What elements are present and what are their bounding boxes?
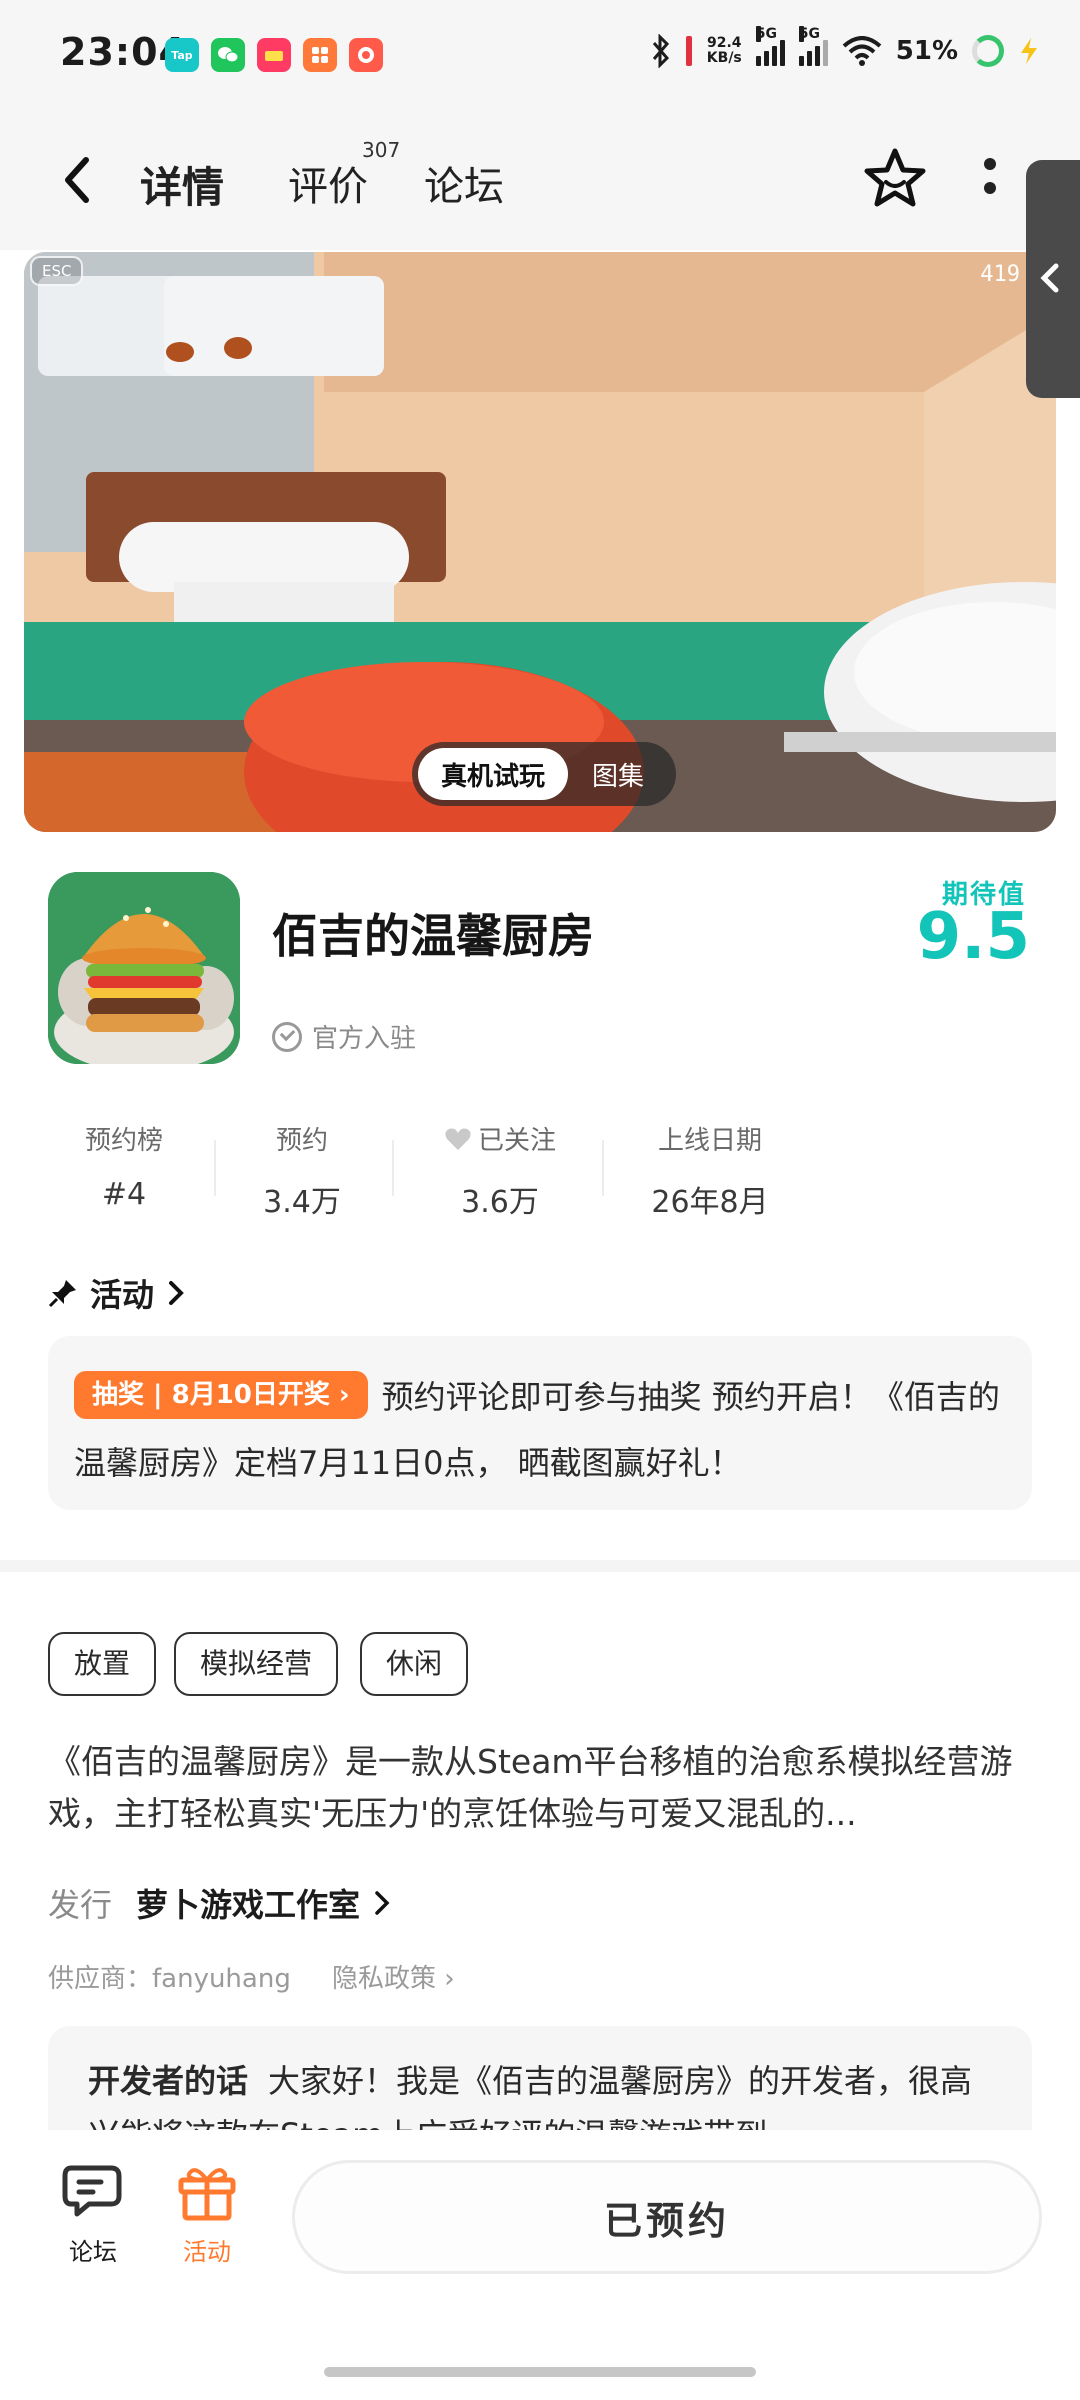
chat-bubble-icon <box>62 2165 122 2217</box>
net-speed: 92.4 KB/s <box>706 35 742 66</box>
app-red-icon <box>349 38 383 72</box>
tab-gallery[interactable]: 图集 <box>592 756 644 793</box>
home-indicator[interactable] <box>324 2367 756 2377</box>
supplier-info: 供应商：fanyuhang <box>48 1964 291 1994</box>
stat-followed[interactable]: 已关注 3.6万 <box>430 1120 570 1221</box>
status-indicators: 92.4 KB/s 5G 5G 51% <box>651 26 1040 68</box>
tab-device-trial[interactable]: 真机试玩 <box>418 748 568 800</box>
lottery-badge[interactable]: 抽奖 | 8月10日开奖 › <box>74 1371 368 1419</box>
review-count: 307 <box>362 138 401 162</box>
more-options-button[interactable] <box>984 158 998 204</box>
dot-icon <box>984 158 996 170</box>
divider <box>392 1140 394 1196</box>
developer-note-title: 开发者的话 <box>88 2062 249 2100</box>
check-circle-icon <box>272 1021 302 1052</box>
game-icon[interactable] <box>48 872 240 1064</box>
battery-icon <box>972 35 1004 67</box>
taptap-icon: Tap <box>165 38 199 72</box>
divider <box>214 1140 216 1196</box>
game-preview-media[interactable]: ESC 419 真机试玩 图集 <box>24 252 1056 832</box>
fps-counter: 419 <box>980 262 1020 287</box>
stat-reservations: 预约 3.4万 <box>263 1126 341 1220</box>
chevron-right-icon <box>169 1281 184 1305</box>
dot-icon <box>984 182 996 194</box>
stat-reserve-rank[interactable]: 预约榜 #4 <box>72 1120 176 1212</box>
charging-icon <box>1021 38 1037 64</box>
developer-note-card[interactable]: 开发者的话大家好！我是《佰吉的温馨厨房》的开发者，很高兴能将这款在Steam上广… <box>48 2026 1032 2130</box>
divider <box>602 1140 604 1196</box>
reserved-button[interactable]: 已预约 <box>292 2160 1042 2274</box>
stat-launch-date: 上线日期 26年8月 <box>651 1126 769 1220</box>
media-tabs: 真机试玩 图集 <box>412 742 676 806</box>
activity-card[interactable]: 抽奖 | 8月10日开奖 › 预约评论即可参与抽奖 预约开启！《佰吉的温馨厨房》定… <box>48 1336 1032 1510</box>
bluetooth-icon <box>652 34 669 68</box>
activity-section-header[interactable]: 活动 <box>48 1270 186 1316</box>
burger-icon <box>48 872 240 1064</box>
mute-bar-icon <box>685 36 692 66</box>
chevron-left-icon <box>1040 263 1059 293</box>
heart-icon <box>445 1128 471 1150</box>
bottom-action-bar: 论坛 活动 已预约 <box>0 2130 1080 2400</box>
tab-reviews[interactable]: 评价 <box>288 154 368 212</box>
activity-button[interactable]: 活动 <box>162 2162 252 2267</box>
status-app-icons: Tap <box>165 38 383 72</box>
game-title: 佰吉的温馨厨房 <box>272 909 594 963</box>
game-description[interactable]: 《佰吉的温馨厨房》是一款从Steam平台移植的治愈系模拟经营游戏，主打轻松真实'… <box>48 1736 1032 1840</box>
side-drawer-handle[interactable] <box>1026 160 1080 398</box>
publisher-row[interactable]: 发行 萝卜游戏工作室 <box>48 1880 394 1926</box>
wechat-icon <box>211 38 245 72</box>
wifi-icon <box>842 36 882 66</box>
chevron-right-icon <box>375 1891 390 1915</box>
privacy-policy-link[interactable]: 隐私政策 › <box>332 1958 455 1995</box>
signal-1-icon: 5G <box>755 26 785 66</box>
esc-button[interactable]: ESC <box>30 256 84 286</box>
tab-forum[interactable]: 论坛 <box>424 154 504 212</box>
expectation-score: 9.5 <box>916 900 1030 974</box>
back-button[interactable] <box>54 150 104 210</box>
app-orange-icon <box>303 38 337 72</box>
tag-casual[interactable]: 休闲 <box>360 1632 469 1696</box>
status-bar: 23:04 Tap 92.4 KB/s 5G 5G 51% <box>0 0 1080 110</box>
star-favorite-button[interactable] <box>862 146 928 212</box>
forum-button[interactable]: 论坛 <box>48 2162 138 2267</box>
tag-idle[interactable]: 放置 <box>48 1632 157 1696</box>
battery-percent: 51% <box>895 36 958 66</box>
publisher-name: 萝卜游戏工作室 <box>136 1886 361 1924</box>
signal-2-icon: 5G <box>798 26 828 66</box>
official-badge: 官方入驻 <box>272 1018 416 1055</box>
tag-simulation[interactable]: 模拟经营 <box>174 1632 339 1696</box>
header: 详情 评价 307 论坛 <box>0 110 1080 250</box>
tab-details[interactable]: 详情 <box>130 154 235 217</box>
pin-icon <box>48 1280 76 1308</box>
section-divider <box>0 1560 1080 1572</box>
gift-icon <box>178 2168 236 2221</box>
douyin-mall-icon <box>257 38 291 72</box>
